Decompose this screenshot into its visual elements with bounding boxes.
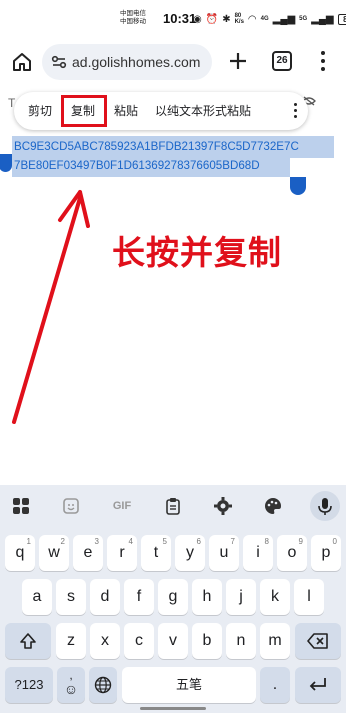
annotation-arrow bbox=[12, 190, 90, 424]
gif-button[interactable]: GIF bbox=[108, 496, 136, 516]
paste-plain-text-button[interactable]: 以纯文本形式粘贴 bbox=[155, 102, 251, 119]
key-b[interactable]: b bbox=[192, 623, 222, 659]
key-n[interactable]: n bbox=[226, 623, 256, 659]
enter-icon bbox=[309, 678, 326, 691]
key-l[interactable]: l bbox=[294, 579, 324, 615]
enter-key[interactable] bbox=[295, 667, 341, 703]
address-bar[interactable]: ad.golishhomes.com bbox=[42, 44, 212, 80]
system-icons: ◉ ⏰ ✱ 80K/s ◠ 4G ▂▄▆ 5G ▂▄▆ 87 bbox=[193, 12, 346, 26]
home-button[interactable] bbox=[10, 50, 34, 74]
key-f[interactable]: f bbox=[124, 579, 154, 615]
gesture-bar[interactable] bbox=[140, 707, 206, 710]
key-j[interactable]: j bbox=[226, 579, 256, 615]
backspace-key[interactable] bbox=[295, 623, 341, 659]
mic-icon bbox=[318, 498, 332, 515]
key-z[interactable]: z bbox=[56, 623, 86, 659]
carrier-2: 中国移动 bbox=[120, 18, 146, 25]
key-h[interactable]: h bbox=[192, 579, 222, 615]
language-key[interactable] bbox=[89, 667, 117, 703]
key-c[interactable]: c bbox=[124, 623, 154, 659]
carrier-labels: 中国电信 中国移动 bbox=[120, 10, 146, 26]
network-speed: 80 K/s bbox=[234, 13, 244, 25]
signal-5g: 5G bbox=[299, 16, 308, 22]
carrier-1: 中国电信 bbox=[120, 10, 146, 17]
shift-key[interactable] bbox=[5, 623, 51, 659]
space-key[interactable]: 五笔 bbox=[122, 667, 256, 703]
emoji-icon: ☺ bbox=[63, 681, 79, 697]
shift-icon bbox=[20, 633, 36, 649]
key-t[interactable]: t5 bbox=[141, 535, 171, 571]
key-w[interactable]: w2 bbox=[39, 535, 69, 571]
backspace-icon bbox=[307, 633, 328, 649]
alarm-icon: ⏰ bbox=[205, 13, 219, 25]
selection-end-handle[interactable] bbox=[290, 177, 306, 195]
signal-bars-icon: ▂▄▆ bbox=[311, 13, 334, 25]
key-x[interactable]: x bbox=[90, 623, 120, 659]
key-k[interactable]: k bbox=[260, 579, 290, 615]
apps-grid-icon[interactable] bbox=[10, 496, 32, 516]
annotation-label: 长按并复制 bbox=[112, 233, 282, 272]
signal-4g: 4G bbox=[260, 16, 269, 22]
menu-more-icon[interactable] bbox=[291, 101, 299, 121]
key-y[interactable]: y6 bbox=[175, 535, 205, 571]
battery-icon: 87 bbox=[337, 13, 346, 25]
palette-icon[interactable] bbox=[262, 496, 284, 516]
key-d[interactable]: d bbox=[90, 579, 120, 615]
key-v[interactable]: v bbox=[158, 623, 188, 659]
clipboard-icon[interactable] bbox=[162, 496, 184, 516]
key-g[interactable]: g bbox=[158, 579, 188, 615]
new-tab-button[interactable] bbox=[226, 49, 250, 73]
paste-button[interactable]: 粘贴 bbox=[114, 102, 138, 119]
period-key[interactable]: . bbox=[260, 667, 290, 703]
globe-icon bbox=[94, 676, 112, 694]
key-i[interactable]: i8 bbox=[243, 535, 273, 571]
key-s[interactable]: s bbox=[56, 579, 86, 615]
browser-toolbar: ad.golishhomes.com 26 bbox=[0, 42, 346, 82]
soft-keyboard: GIF q1 w2 e3 r4 t5 y6 u7 i8 o9 p0 a s d … bbox=[0, 485, 346, 713]
key-q[interactable]: q1 bbox=[5, 535, 35, 571]
key-r[interactable]: r4 bbox=[107, 535, 137, 571]
url-text[interactable]: ad.golishhomes.com bbox=[72, 54, 200, 70]
keyboard-toolbar: GIF bbox=[0, 485, 346, 527]
tab-switcher-button[interactable]: 26 bbox=[272, 51, 292, 71]
site-settings-icon[interactable] bbox=[50, 53, 68, 71]
voice-input-button[interactable] bbox=[310, 491, 340, 521]
eye-icon: ◉ bbox=[193, 13, 202, 25]
more-menu-button[interactable] bbox=[318, 49, 328, 73]
wifi-icon: ◠ bbox=[247, 13, 257, 25]
status-bar: 中国电信 中国移动 10:31 ◉ ⏰ ✱ 80 K/s ◠ 4G ▂▄▆ 5G … bbox=[0, 0, 346, 36]
home-icon bbox=[13, 53, 31, 71]
text-selection-menu: 剪切 复制 粘贴 以纯文本形式粘贴 bbox=[14, 92, 308, 130]
key-u[interactable]: u7 bbox=[209, 535, 239, 571]
sticker-icon[interactable] bbox=[60, 496, 82, 516]
gear-icon[interactable] bbox=[212, 496, 234, 516]
signal-bars-icon: ▂▄▆ bbox=[272, 13, 296, 25]
key-m[interactable]: m bbox=[260, 623, 290, 659]
bluetooth-icon: ✱ bbox=[222, 13, 231, 25]
key-e[interactable]: e3 bbox=[73, 535, 103, 571]
copy-highlight-box bbox=[61, 95, 107, 127]
symbols-key[interactable]: ?123 bbox=[5, 667, 53, 703]
key-a[interactable]: a bbox=[22, 579, 52, 615]
key-p[interactable]: p0 bbox=[311, 535, 341, 571]
key-o[interactable]: o9 bbox=[277, 535, 307, 571]
status-time: 10:31 bbox=[163, 11, 197, 26]
emoji-key[interactable]: , ☺ bbox=[57, 667, 85, 703]
cut-button[interactable]: 剪切 bbox=[28, 102, 52, 119]
plus-icon bbox=[230, 53, 246, 69]
